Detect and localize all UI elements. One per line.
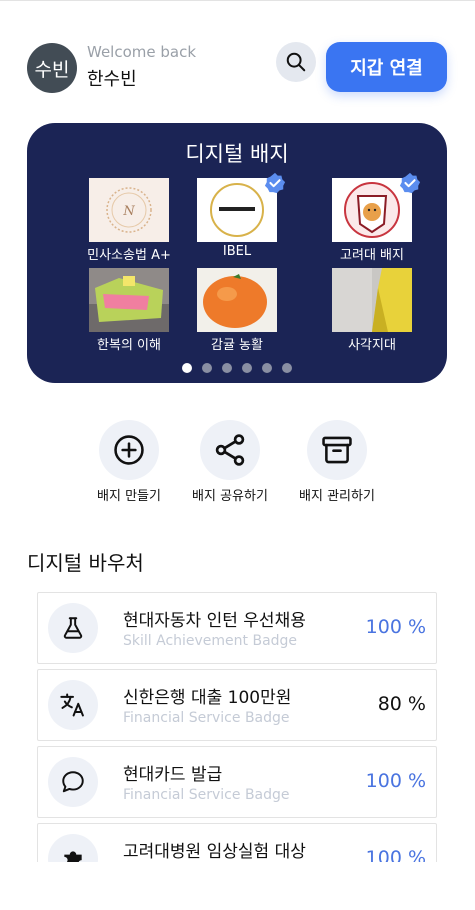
action-label: 배지 관리하기: [299, 489, 375, 504]
voucher-percent: 80 %: [377, 693, 426, 715]
voucher-icon-wrap: [48, 603, 98, 653]
translate-icon: [60, 693, 84, 717]
pagination-dot[interactable]: [202, 363, 212, 373]
voucher-card[interactable]: 현대자동차 인턴 우선채용 Skill Achievement Badge 10…: [37, 592, 437, 664]
verified-badge-icon: [264, 172, 286, 194]
share-badge-action[interactable]: 배지 공유하기: [175, 420, 285, 504]
badge-label: 한복의 이해: [97, 338, 161, 353]
voucher-card[interactable]: 고려대병원 임상실험 대상 100 %: [37, 823, 437, 862]
voucher-card[interactable]: 신한은행 대출 100만원 Financial Service Badge 80…: [37, 669, 437, 741]
digital-badge-card: 디지털 배지 N 민사소송법 A+ IBEL 고려대 배지 한복의 이해 감귤 …: [27, 123, 447, 383]
badge-label: 사각지대: [348, 338, 396, 353]
puzzle-icon: [64, 851, 82, 862]
carousel-pagination: [27, 363, 447, 373]
voucher-percent: 100 %: [365, 847, 426, 862]
verified-badge-icon: [399, 172, 421, 194]
connect-wallet-button[interactable]: 지갑 연결: [326, 42, 447, 92]
badge-image: [89, 268, 169, 332]
action-label: 배지 만들기: [97, 489, 161, 504]
svg-text:N: N: [122, 204, 135, 219]
voucher-icon-wrap: [48, 834, 98, 862]
manage-badge-action[interactable]: 배지 관리하기: [282, 420, 392, 504]
voucher-title: 현대자동차 인턴 우선채용: [123, 611, 306, 631]
badge-image: [332, 268, 412, 332]
voucher-subtitle: Skill Achievement Badge: [123, 633, 298, 649]
pagination-dot[interactable]: [182, 363, 192, 373]
action-icon-wrap: [200, 420, 260, 480]
voucher-percent: 100 %: [365, 616, 426, 638]
action-icon-wrap: [307, 420, 367, 480]
badge-image: [332, 172, 421, 242]
voucher-title: 고려대병원 임상실험 대상: [123, 842, 306, 862]
voucher-card[interactable]: 현대카드 발급 Financial Service Badge 100 %: [37, 746, 437, 818]
pagination-dot[interactable]: [262, 363, 272, 373]
voucher-section-title: 디지털 바우처: [27, 551, 144, 575]
badge-label: 고려대 배지: [340, 248, 404, 263]
badge-image: N: [89, 178, 169, 242]
flask-icon: [63, 617, 83, 639]
archive-icon: [322, 436, 352, 464]
voucher-icon-wrap: [48, 680, 98, 730]
action-icon-wrap: [99, 420, 159, 480]
search-button[interactable]: [276, 42, 316, 82]
avatar[interactable]: 수빈: [27, 43, 77, 93]
share-icon: [215, 434, 245, 466]
badge-label: 민사소송법 A+: [87, 248, 171, 263]
badge-item[interactable]: 사각지대: [317, 268, 427, 353]
voucher-percent: 100 %: [365, 770, 426, 792]
badge-image: [197, 268, 277, 332]
pagination-dot[interactable]: [282, 363, 292, 373]
pagination-dot[interactable]: [242, 363, 252, 373]
voucher-list: 현대자동차 인턴 우선채용 Skill Achievement Badge 10…: [0, 590, 475, 862]
voucher-icon-wrap: [48, 757, 98, 807]
top-divider: [0, 0, 475, 1]
username: 한수빈: [87, 69, 137, 90]
badge-section-title: 디지털 배지: [185, 142, 289, 166]
badge-image: [197, 172, 286, 242]
action-label: 배지 공유하기: [192, 489, 268, 504]
search-icon: [286, 52, 306, 72]
voucher-title: 신한은행 대출 100만원: [123, 688, 292, 708]
voucher-subtitle: Financial Service Badge: [123, 710, 290, 726]
badge-item[interactable]: 한복의 이해: [74, 268, 184, 353]
welcome-text: Welcome back: [87, 43, 197, 61]
badge-item[interactable]: 고려대 배지: [317, 172, 427, 263]
voucher-title: 현대카드 발급: [123, 765, 223, 785]
create-badge-action[interactable]: 배지 만들기: [74, 420, 184, 504]
badge-label: IBEL: [222, 244, 252, 259]
chat-bubble-icon: [62, 771, 84, 793]
badge-item[interactable]: IBEL: [182, 172, 292, 259]
badge-item[interactable]: 감귤 농활: [182, 268, 292, 353]
badge-item[interactable]: N 민사소송법 A+: [74, 178, 184, 263]
pagination-dot[interactable]: [222, 363, 232, 373]
plus-circle-icon: [114, 435, 144, 465]
badge-label: 감귤 농활: [211, 338, 263, 353]
voucher-subtitle: Financial Service Badge: [123, 787, 290, 803]
